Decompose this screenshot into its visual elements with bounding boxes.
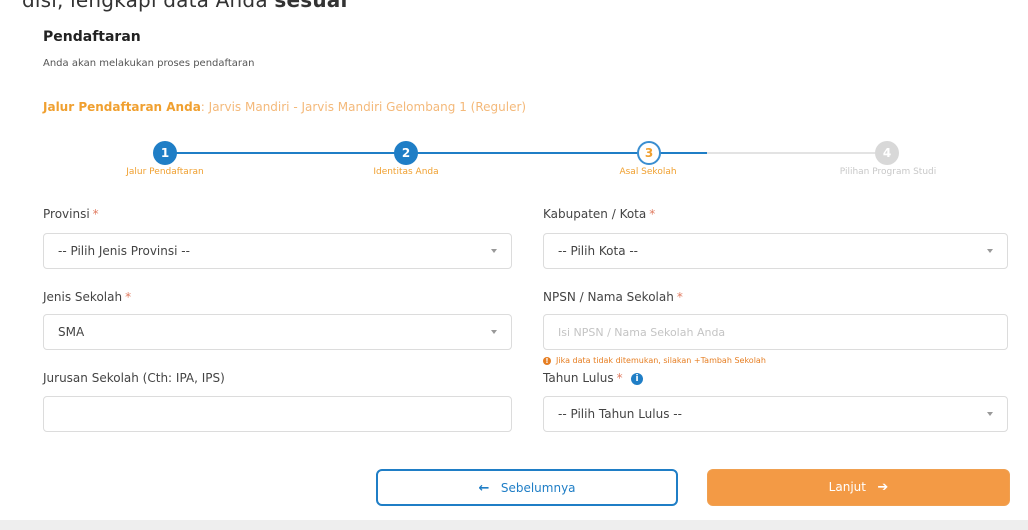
kota-label-text: Kabupaten / Kota bbox=[543, 207, 647, 221]
tahun-lulus-select[interactable]: -- Pilih Tahun Lulus -- bbox=[543, 396, 1008, 432]
step-2-label: Identitas Anda bbox=[373, 167, 439, 177]
warning-icon: ! bbox=[543, 356, 551, 365]
page-subtitle: Anda akan melakukan proses pendaftaran bbox=[43, 58, 255, 69]
step-3-circle[interactable]: 3 bbox=[637, 141, 661, 165]
kota-select[interactable]: -- Pilih Kota -- bbox=[543, 233, 1008, 269]
npsn-label: NPSN / Nama Sekolah * bbox=[543, 290, 683, 304]
provinsi-label: Provinsi * bbox=[43, 207, 99, 221]
provinsi-select[interactable]: -- Pilih Jenis Provinsi -- bbox=[43, 233, 512, 269]
required-marker: * bbox=[92, 207, 99, 221]
chevron-down-icon bbox=[491, 249, 497, 253]
step-3-label: Asal Sekolah bbox=[619, 167, 677, 177]
required-marker: * bbox=[125, 290, 132, 304]
jurusan-input[interactable] bbox=[43, 396, 512, 432]
provinsi-label-text: Provinsi bbox=[43, 207, 90, 221]
registration-path: Jalur Pendaftaran Anda: Jarvis Mandiri -… bbox=[43, 100, 526, 114]
jenis-sekolah-label: Jenis Sekolah * bbox=[43, 290, 131, 304]
required-marker: * bbox=[676, 290, 683, 304]
step-4-label: Pilihan Program Studi bbox=[839, 167, 937, 177]
chevron-down-icon bbox=[987, 412, 993, 416]
top-instruction-text: disi, lengkapi data Anda bbox=[22, 0, 268, 12]
previous-button[interactable]: ← Sebelumnya bbox=[376, 469, 678, 506]
chevron-down-icon bbox=[987, 249, 993, 253]
tahun-lulus-label-text: Tahun Lulus bbox=[543, 371, 614, 385]
kota-select-value: -- Pilih Kota -- bbox=[558, 244, 639, 258]
tahun-lulus-select-value: -- Pilih Tahun Lulus -- bbox=[558, 407, 682, 421]
step-connector-2 bbox=[406, 152, 707, 154]
top-cropped-instruction: disi, lengkapi data Anda sesuai bbox=[0, 0, 1028, 16]
required-marker: * bbox=[616, 371, 623, 385]
registration-path-value: : Jarvis Mandiri - Jarvis Mandiri Gelomb… bbox=[200, 100, 527, 114]
next-button[interactable]: Lanjut ➔ bbox=[707, 469, 1010, 506]
jenis-sekolah-select[interactable]: SMA bbox=[43, 314, 512, 350]
step-connector-3 bbox=[707, 152, 887, 154]
bottom-divider bbox=[0, 520, 1028, 530]
school-not-found-hint-text[interactable]: Jika data tidak ditemukan, silakan +Tamb… bbox=[556, 356, 766, 365]
step-connector-1 bbox=[173, 152, 407, 154]
previous-button-label: Sebelumnya bbox=[500, 481, 576, 495]
step-1-circle[interactable]: 1 bbox=[153, 141, 177, 165]
npsn-input-placeholder: Isi NPSN / Nama Sekolah Anda bbox=[558, 326, 726, 339]
jenis-sekolah-select-value: SMA bbox=[58, 325, 85, 339]
info-icon[interactable]: i bbox=[631, 373, 643, 385]
npsn-input[interactable]: Isi NPSN / Nama Sekolah Anda bbox=[543, 314, 1008, 350]
top-instruction-bold: sesuai bbox=[274, 0, 348, 12]
npsn-label-text: NPSN / Nama Sekolah bbox=[543, 290, 674, 304]
jurusan-label: Jurusan Sekolah (Cth: IPA, IPS) bbox=[43, 371, 225, 385]
arrow-left-icon: ← bbox=[478, 481, 490, 496]
arrow-right-icon: ➔ bbox=[877, 480, 889, 495]
school-not-found-hint: ! Jika data tidak ditemukan, silakan +Tam… bbox=[543, 356, 766, 365]
jenis-sekolah-label-text: Jenis Sekolah bbox=[43, 290, 123, 304]
registration-path-label: Jalur Pendaftaran Anda bbox=[43, 100, 201, 114]
next-button-label: Lanjut bbox=[828, 480, 866, 494]
page-title: Pendaftaran bbox=[43, 29, 141, 45]
step-2-circle[interactable]: 2 bbox=[394, 141, 418, 165]
step-4-circle: 4 bbox=[875, 141, 899, 165]
step-1-label: Jalur Pendaftaran bbox=[126, 167, 204, 177]
required-marker: * bbox=[649, 207, 656, 221]
chevron-down-icon bbox=[491, 330, 497, 334]
tahun-lulus-label: Tahun Lulus * bbox=[543, 371, 623, 385]
kota-label: Kabupaten / Kota * bbox=[543, 207, 655, 221]
provinsi-select-value: -- Pilih Jenis Provinsi -- bbox=[58, 244, 190, 258]
